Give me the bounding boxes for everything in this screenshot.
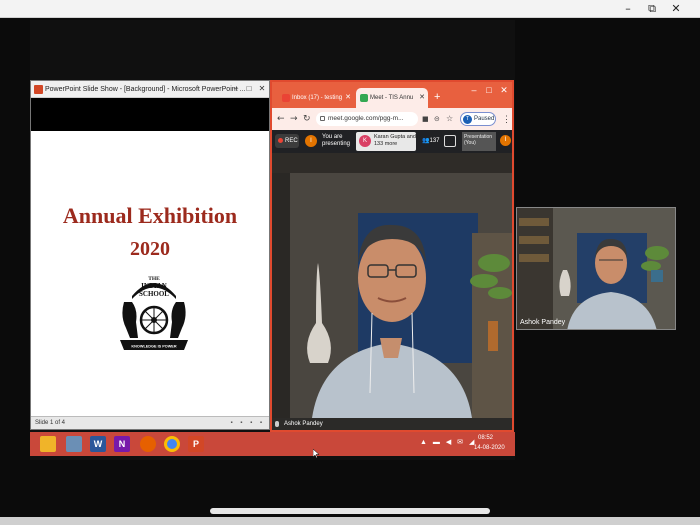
bookmark-star-icon[interactable]: ☆	[446, 113, 453, 125]
tab-close-icon[interactable]: ✕	[345, 88, 351, 108]
chrome-menu-icon[interactable]: ⋮	[502, 113, 511, 125]
windows-taskbar: W N P ▲ ▬ ◀ ✉ ◢ 08:52 14-08-2020	[30, 432, 515, 456]
logo-motto: KNOWLEDGE IS POWER	[131, 345, 176, 349]
tab-meet[interactable]: Meet - TIS Annu ✕	[356, 88, 428, 108]
powerpoint-title-bar: PowerPoint Slide Show - [Background] - M…	[31, 81, 269, 98]
window-top-bar: – ⧉ ✕	[0, 0, 700, 18]
screen: – ⧉ ✕ PowerPoint Slide Show - [Backgroun…	[0, 0, 700, 525]
speaker-video-frame	[272, 153, 512, 418]
meet-icon	[360, 94, 368, 102]
slide-counter: Slide 1 of 4	[35, 420, 66, 426]
file-explorer-icon[interactable]	[40, 436, 56, 452]
chrome-window[interactable]: Inbox (17) - testing ✕ Meet - TIS Annu ✕…	[270, 80, 514, 432]
ppt-maximize-icon[interactable]: □	[244, 84, 254, 94]
chrome-close-icon[interactable]: ✕	[498, 84, 510, 96]
mouse-cursor-icon	[313, 449, 319, 458]
firefox-icon[interactable]	[140, 436, 156, 452]
chrome-maximize-icon[interactable]: □	[483, 84, 495, 96]
rec-label: REC	[285, 138, 298, 144]
system-tray[interactable]: ▲ ▬ ◀ ✉ ◢	[420, 438, 476, 446]
tab-inbox[interactable]: Inbox (17) - testing ✕	[278, 88, 354, 108]
onenote-icon[interactable]: N	[114, 436, 130, 452]
self-view-video[interactable]: Ashok Pandey	[516, 207, 676, 330]
participant-text: Karan Gupta and 133 more	[374, 134, 416, 147]
chrome-tab-bar: Inbox (17) - testing ✕ Meet - TIS Annu ✕…	[272, 82, 512, 108]
tab-inbox-label: Inbox (17) - testing	[292, 95, 343, 101]
chrome-icon[interactable]	[164, 436, 180, 452]
record-dot-icon	[278, 138, 283, 143]
participant-avatar: K	[359, 135, 371, 147]
address-bar[interactable]: meet.google.com/pgg-m...	[316, 112, 418, 126]
ppt-close-icon[interactable]: ✕	[257, 84, 267, 94]
profile-avatar: T	[463, 115, 472, 124]
people-count: 137	[429, 138, 440, 144]
logo-middle-text: INDIAN	[141, 282, 167, 290]
camera-icon[interactable]: ■	[422, 113, 429, 125]
powerpoint-icon	[34, 85, 43, 94]
close-icon[interactable]: ✕	[668, 2, 684, 16]
meet-user-avatar[interactable]: I	[500, 135, 511, 146]
mic-icon	[275, 421, 279, 427]
presenting-indicator[interactable]: I You are presenting	[302, 132, 352, 151]
school-emblem: THE INDIAN SCHOOL KNOWLEDGE IS POWER	[120, 276, 188, 350]
chat-icon[interactable]	[444, 135, 456, 147]
presenter-avatar: I	[305, 135, 317, 147]
view-buttons[interactable]: ▪ ▪ ▪ ▪	[230, 420, 265, 427]
url-text: meet.google.com/pgg-m...	[328, 115, 404, 122]
slide-title: Annual Exhibition	[62, 203, 238, 228]
logo-bottom-text: SCHOOL	[139, 290, 169, 298]
profile-paused-label: Paused	[474, 116, 495, 122]
reload-icon[interactable]: ↻	[303, 113, 311, 125]
word-icon[interactable]: W	[90, 436, 106, 452]
minimize-icon[interactable]: –	[620, 2, 636, 16]
chrome-toolbar: ← → ↻ meet.google.com/pgg-m... ■ ⊝ ☆ T P…	[272, 108, 512, 130]
powerpoint-window-title: PowerPoint Slide Show - [Background] - M…	[45, 86, 246, 93]
ppt-minimize-icon[interactable]: –	[231, 84, 241, 94]
home-indicator[interactable]	[210, 508, 490, 514]
tab-close-icon[interactable]: ✕	[419, 88, 425, 108]
powerpoint-window[interactable]: PowerPoint Slide Show - [Background] - M…	[30, 80, 270, 430]
gmail-icon	[282, 94, 290, 102]
bottom-dock-strip	[0, 517, 700, 525]
profile-paused-button[interactable]: T Paused	[460, 112, 496, 126]
slide-letterbox	[31, 98, 269, 131]
participant-chip[interactable]: K Karan Gupta and 133 more	[356, 132, 416, 151]
slide-year: 2020	[130, 238, 170, 260]
tab-meet-label: Meet - TIS Annu	[370, 95, 414, 101]
speaker-name-bar: Ashok Pandey	[272, 418, 512, 430]
notes-icon[interactable]	[66, 436, 82, 452]
presenting-text: You are presenting	[322, 134, 351, 147]
powerpoint-taskbar-icon[interactable]: P	[188, 436, 204, 452]
new-tab-button[interactable]: +	[434, 90, 440, 104]
recording-badge: REC	[275, 134, 299, 148]
people-button[interactable]: 👥137	[422, 135, 440, 147]
forward-icon[interactable]: →	[290, 113, 298, 125]
presentation-thumb-label: Presentation (You)	[464, 134, 493, 146]
self-view-name: Ashok Pandey	[520, 319, 566, 326]
chrome-minimize-icon[interactable]: –	[468, 84, 480, 96]
lock-icon	[320, 116, 325, 121]
main-speaker-video[interactable]	[272, 153, 512, 418]
restore-icon[interactable]: ⧉	[644, 2, 660, 16]
powerpoint-status-bar: Slide 1 of 4 ▪ ▪ ▪ ▪	[31, 416, 269, 429]
meet-top-bar: REC I You are presenting K Karan Gupta a…	[272, 130, 512, 153]
presentation-thumbnail[interactable]: Presentation (You)	[462, 132, 496, 151]
self-view-frame	[517, 208, 675, 329]
link-icon[interactable]: ⊝	[434, 113, 440, 125]
speaker-name: Ashok Pandey	[284, 421, 323, 427]
clock-time: 08:52	[478, 435, 494, 441]
back-icon[interactable]: ←	[277, 113, 285, 125]
clock-date: 14-08-2020	[474, 445, 505, 451]
